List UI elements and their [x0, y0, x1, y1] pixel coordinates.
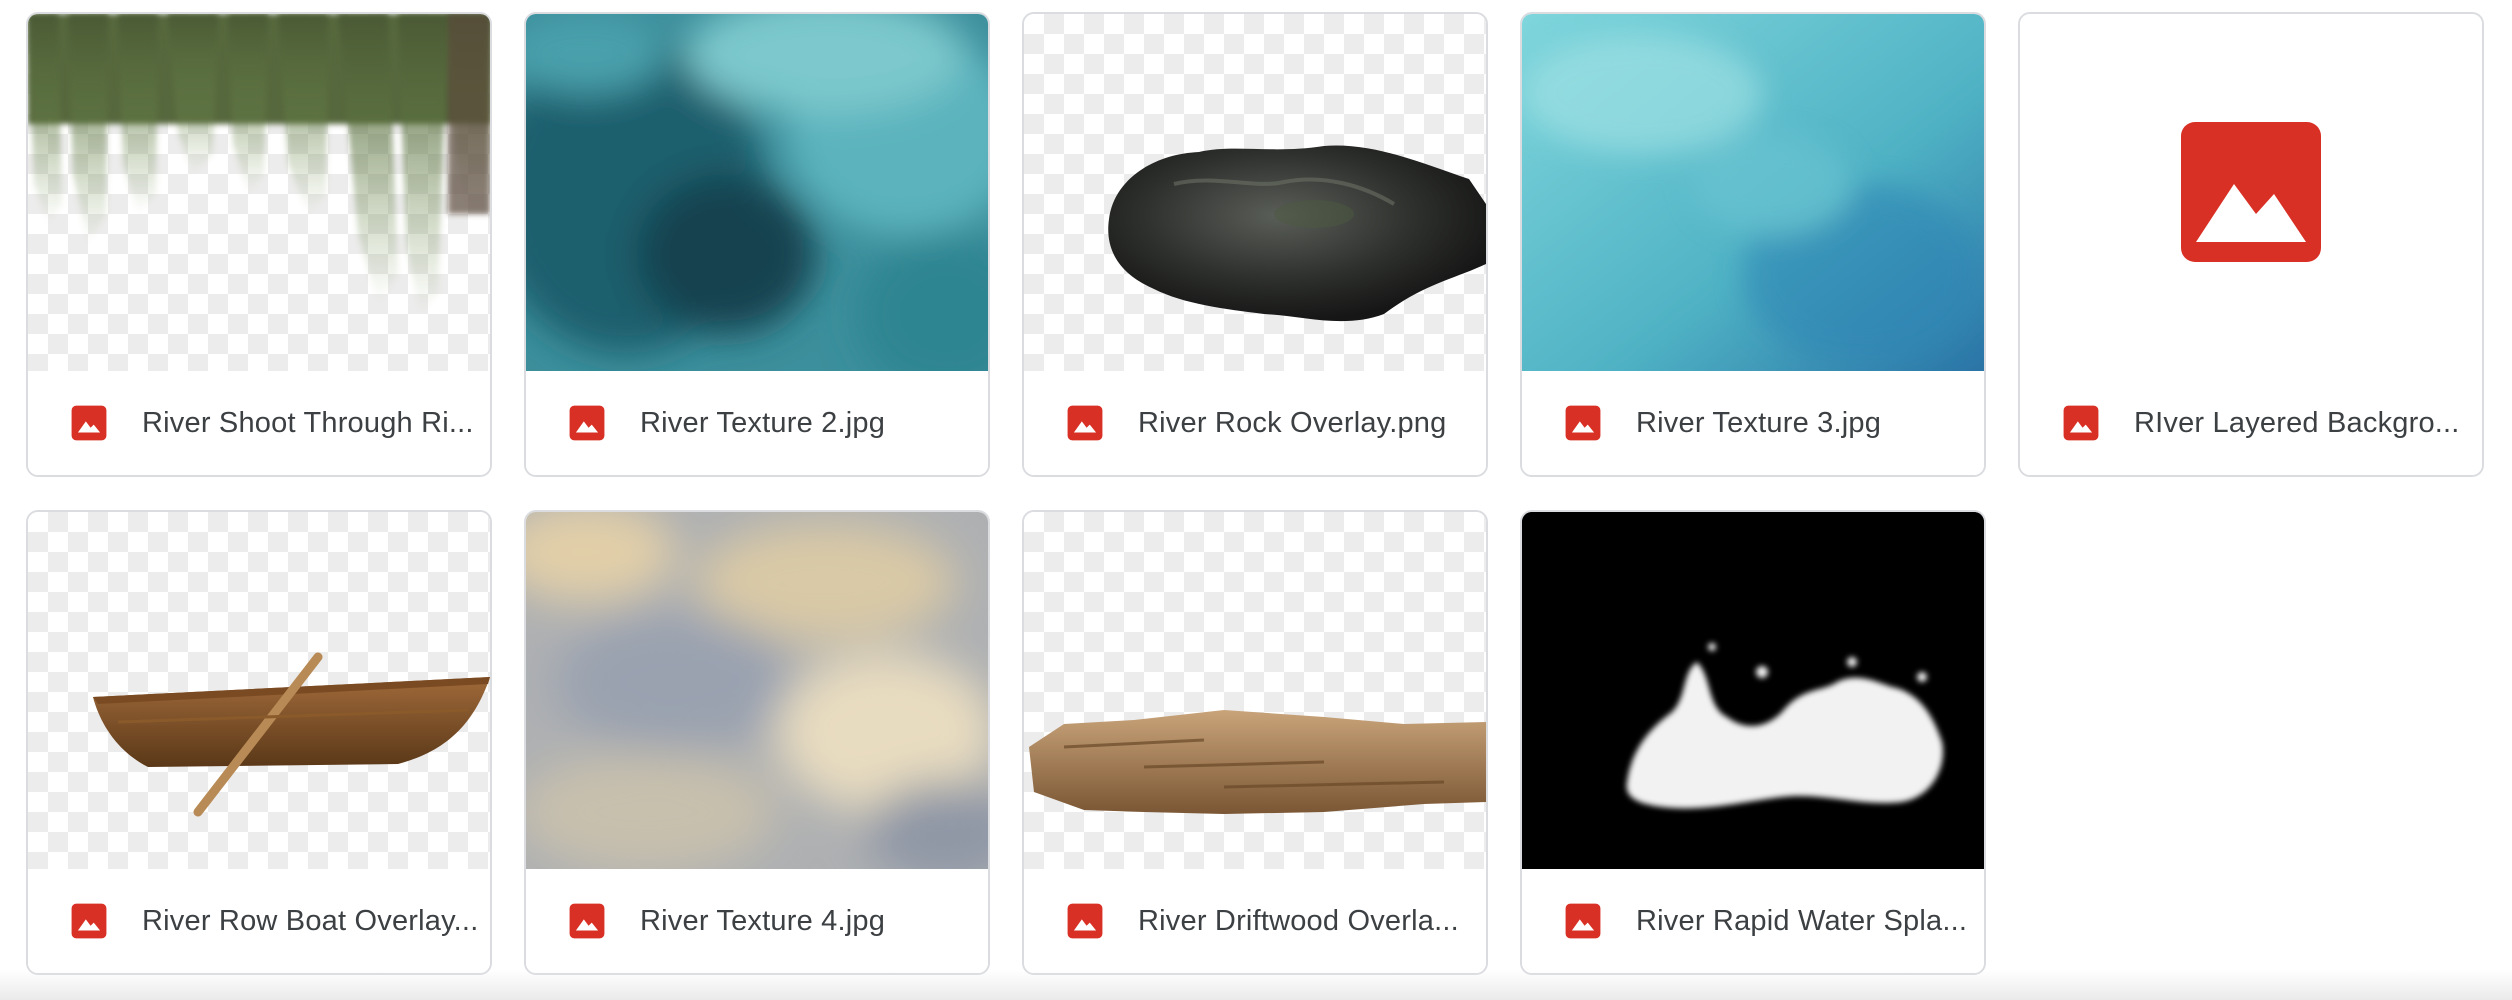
file-card[interactable]: River Texture 4.jpg — [524, 510, 990, 975]
willow-branches-image — [28, 14, 490, 314]
file-info-bar: River Rock Overlay.png — [1024, 371, 1486, 475]
file-thumbnail — [1024, 512, 1486, 869]
image-icon — [1067, 405, 1103, 441]
row-boat-image — [93, 652, 490, 817]
file-name: River Rock Overlay.png — [1138, 406, 1447, 439]
file-card[interactable]: River Texture 3.jpg — [1520, 12, 1986, 477]
blurred-water-image — [526, 512, 988, 869]
file-name: River Texture 2.jpg — [640, 406, 886, 439]
file-info-bar: River Texture 4.jpg — [526, 869, 988, 973]
file-thumbnail — [526, 14, 988, 371]
file-name: River Texture 4.jpg — [640, 904, 886, 937]
image-icon — [71, 405, 107, 441]
aqua-texture-image — [1522, 14, 1984, 371]
file-thumbnail — [1024, 14, 1486, 371]
file-info-bar: River Row Boat Overlay... — [28, 869, 490, 973]
file-card[interactable]: River Row Boat Overlay... — [26, 510, 492, 975]
file-card[interactable]: River Rock Overlay.png — [1022, 12, 1488, 477]
file-card[interactable]: River Shoot Through Ri... — [26, 12, 492, 477]
file-info-bar: RIver Layered Backgro... — [2020, 371, 2482, 475]
image-icon — [569, 405, 605, 441]
file-name: River Texture 3.jpg — [1636, 406, 1882, 439]
image-icon — [1067, 903, 1103, 939]
file-name: River Shoot Through Ri... — [142, 406, 474, 439]
file-card[interactable]: RIver Layered Backgro... — [2018, 12, 2484, 477]
driftwood-image — [1029, 710, 1486, 814]
image-icon — [71, 903, 107, 939]
file-card[interactable]: River Driftwood Overla... — [1022, 510, 1488, 975]
file-info-bar: River Texture 2.jpg — [526, 371, 988, 475]
file-thumbnail — [1522, 512, 1984, 869]
water-splash-image — [1522, 512, 1984, 869]
file-info-bar: River Driftwood Overla... — [1024, 869, 1486, 973]
file-thumbnail — [28, 512, 490, 869]
file-name: River Driftwood Overla... — [1138, 904, 1459, 937]
file-card[interactable]: River Rapid Water Spla... — [1520, 510, 1986, 975]
file-info-bar: River Shoot Through Ri... — [28, 371, 490, 475]
image-icon — [1565, 405, 1601, 441]
scroll-shadow — [0, 970, 2512, 1000]
teal-texture-image — [526, 14, 988, 371]
file-thumbnail — [526, 512, 988, 869]
file-info-bar: River Texture 3.jpg — [1522, 371, 1984, 475]
image-icon — [2063, 405, 2099, 441]
file-thumbnail — [2020, 14, 2482, 371]
file-grid: River Shoot Through Ri... River Texture … — [0, 0, 2512, 1000]
generic-image-icon — [2181, 122, 2321, 262]
file-thumbnail — [1522, 14, 1984, 371]
rock-image — [1108, 145, 1486, 322]
file-card[interactable]: River Texture 2.jpg — [524, 12, 990, 477]
image-icon — [1565, 903, 1601, 939]
file-info-bar: River Rapid Water Spla... — [1522, 869, 1984, 973]
file-name: River Row Boat Overlay... — [142, 904, 479, 937]
file-thumbnail — [28, 14, 490, 371]
file-name: River Rapid Water Spla... — [1636, 904, 1968, 937]
image-icon — [569, 903, 605, 939]
file-name: RIver Layered Backgro... — [2134, 406, 2460, 439]
